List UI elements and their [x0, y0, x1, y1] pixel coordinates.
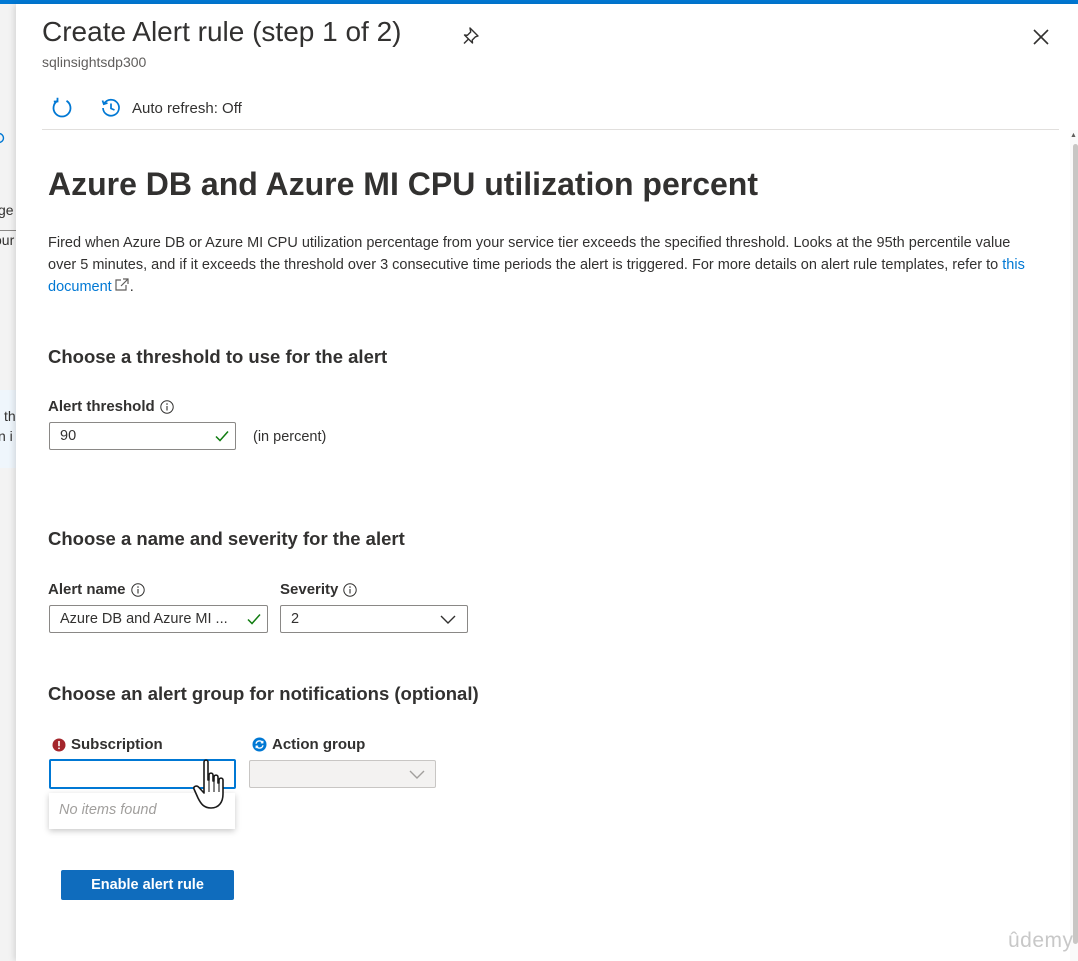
refresh-icon[interactable] — [50, 96, 74, 120]
notifications-section-title: Choose an alert group for notifications … — [48, 683, 479, 704]
action-group-label: Action group — [252, 736, 365, 753]
alert-name-label-text: Alert name — [48, 581, 126, 598]
scroll-up-arrow[interactable]: ▲ — [1070, 132, 1077, 139]
subscription-label: Subscription — [52, 736, 163, 753]
action-group-label-text: Action group — [272, 736, 366, 753]
history-clock-icon — [101, 98, 120, 117]
background-text-fragment: ge — [0, 202, 14, 218]
no-items-found-text: No items found — [59, 802, 157, 818]
error-icon — [52, 738, 66, 751]
background-text-fragment: th — [4, 408, 16, 424]
valid-check-icon — [247, 614, 261, 625]
info-icon[interactable] — [130, 582, 145, 597]
threshold-unit-label: (in percent) — [253, 429, 327, 445]
chevron-down-icon — [440, 615, 456, 624]
severity-label-text: Severity — [280, 581, 339, 598]
pin-icon[interactable] — [460, 24, 484, 48]
panel-subtitle: sqlinsightsdp300 — [42, 54, 147, 70]
alert-threshold-input[interactable]: 90 — [49, 422, 236, 450]
external-link-icon — [115, 278, 129, 291]
alert-name-input[interactable]: Azure DB and Azure MI ... — [49, 605, 268, 633]
enable-alert-rule-button[interactable]: Enable alert rule — [61, 870, 234, 900]
background-help-icon — [0, 132, 5, 144]
create-alert-rule-panel: Create Alert rule (step 1 of 2) sqlinsig… — [16, 4, 1078, 961]
background-input-border — [0, 230, 16, 231]
auto-refresh-label: Auto refresh: Off — [132, 99, 242, 117]
severity-dropdown[interactable]: 2 — [280, 605, 468, 633]
alert-threshold-label-text: Alert threshold — [48, 398, 155, 415]
udemy-watermark: ûdemy — [1008, 929, 1074, 952]
hand-pointer-cursor-icon — [193, 759, 224, 809]
alert-threshold-label: Alert threshold — [48, 398, 174, 415]
subscription-label-text: Subscription — [71, 736, 163, 753]
alert-name-label: Alert name — [48, 581, 145, 598]
rule-description: Fired when Azure DB or Azure MI CPU util… — [48, 232, 1038, 298]
info-icon[interactable] — [159, 399, 174, 414]
loading-sync-icon — [252, 737, 267, 752]
rule-description-text: Fired when Azure DB or Azure MI CPU util… — [48, 235, 1011, 273]
toolbar-divider — [42, 129, 1059, 130]
action-group-dropdown[interactable] — [249, 760, 436, 788]
background-text-fragment: n i — [0, 428, 13, 444]
background-blade: ge our th n i — [0, 4, 16, 961]
alert-name-value: Azure DB and Azure MI ... — [60, 611, 228, 627]
scrollbar-thumb[interactable] — [1073, 144, 1078, 944]
background-text-fragment: our — [0, 232, 15, 248]
info-icon[interactable] — [343, 582, 358, 597]
close-icon[interactable] — [1028, 24, 1054, 50]
name-severity-section-title: Choose a name and severity for the alert — [48, 528, 405, 549]
rule-heading: Azure DB and Azure MI CPU utilization pe… — [48, 166, 758, 202]
alert-threshold-value: 90 — [60, 428, 77, 444]
panel-title: Create Alert rule (step 1 of 2) — [42, 16, 402, 47]
valid-check-icon — [215, 431, 229, 442]
auto-refresh-button[interactable]: Auto refresh: Off — [100, 96, 242, 120]
threshold-section-title: Choose a threshold to use for the alert — [48, 346, 388, 367]
severity-value: 2 — [291, 611, 300, 627]
rule-description-end: . — [129, 279, 134, 295]
severity-label: Severity — [280, 581, 358, 598]
chevron-down-icon — [409, 770, 425, 779]
